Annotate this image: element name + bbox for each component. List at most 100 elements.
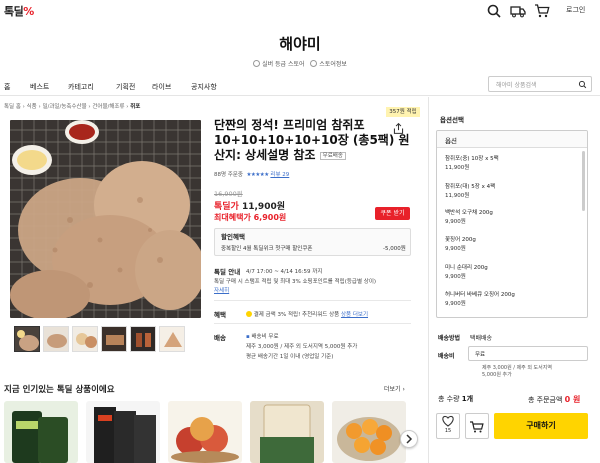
shipping-label: 배송 bbox=[214, 334, 226, 342]
grade-icon bbox=[253, 60, 261, 67]
tokdeal-logo[interactable]: 톡딜% bbox=[4, 3, 34, 19]
benefit-row: 결제 금액 3% 적립! 추천리워드 상품 상품 더보기 bbox=[246, 310, 368, 318]
breadcrumb: 톡딜 홈 › 식품 › 밀/과일/농축수산물 › 건어물/해조류 › 쥐포 bbox=[4, 102, 140, 110]
option-item[interactable]: 참쥐포(중) 10장 x 5팩 11,900원 bbox=[445, 155, 499, 173]
discount-description: 중복할인 4월 톡딜위크 첫구매 할인쿠폰 bbox=[221, 246, 313, 252]
ship-fee-select[interactable]: 무료 bbox=[468, 346, 588, 361]
popular-item-1[interactable] bbox=[4, 401, 78, 463]
store-name: 해야미 bbox=[279, 35, 321, 53]
popular-item-4[interactable] bbox=[250, 401, 324, 463]
truck-icon: ▪ bbox=[246, 334, 250, 340]
option-item[interactable]: 미니 순대리 200g 9,900원 bbox=[445, 264, 488, 282]
nav-exhibition[interactable]: 기획전 bbox=[116, 82, 135, 92]
divider bbox=[214, 300, 411, 301]
thumbnail-4[interactable] bbox=[101, 326, 127, 352]
best-price: 6,900원 bbox=[253, 213, 287, 222]
original-price: 16,900원 bbox=[214, 190, 243, 198]
rating-stars: ★★★★★ bbox=[246, 172, 270, 178]
option-item[interactable]: 허니버터 바베큐 오징어 200g 9,900원 bbox=[445, 291, 515, 309]
total-amount: 총 주문금액 0 원 bbox=[528, 395, 581, 404]
coupon-button[interactable]: 쿠폰 받기 bbox=[375, 207, 410, 220]
product-meta: 88명 주문중 ★★★★★ 리뷰 29 bbox=[214, 170, 289, 178]
heart-icon bbox=[442, 415, 454, 427]
option-item[interactable]: 참쥐포(대) 5장 x 4팩 11,900원 bbox=[445, 183, 495, 201]
ship-method-value: 택배배송 bbox=[470, 335, 493, 342]
cart-icon[interactable] bbox=[534, 3, 550, 19]
shipping-free-row: ▪ 배송비 무료 bbox=[246, 332, 279, 340]
sale-price-row: 톡딜가 11,900원 bbox=[214, 199, 285, 212]
best-price-row: 최대혜택가 6,900원 bbox=[214, 212, 286, 223]
tokdeal-description: 톡딜 구매 시 스탬프 적립 및 최대 3% 쇼핑포인트를 적립(등급별 상이) bbox=[214, 279, 377, 285]
cart-icon bbox=[470, 421, 484, 433]
thumbnail-5[interactable] bbox=[130, 326, 156, 352]
carousel-next-button[interactable] bbox=[400, 430, 418, 448]
ship-fee-label: 배송비 bbox=[438, 353, 455, 360]
share-icon[interactable] bbox=[392, 122, 405, 135]
ship-fee-note: 제주 3,000원 / 제주 외 도서지역 5,000원 추가 bbox=[482, 365, 552, 378]
product-main-image bbox=[10, 120, 201, 318]
popular-item-2[interactable] bbox=[86, 401, 160, 463]
add-to-cart-button[interactable] bbox=[465, 413, 489, 439]
sale-price: 11,900원 bbox=[241, 202, 285, 212]
benefit-label: 혜택 bbox=[214, 311, 226, 319]
divider bbox=[214, 323, 411, 324]
thumbnail-3[interactable] bbox=[72, 326, 98, 352]
store-info-link[interactable]: 스토어정보 bbox=[319, 61, 347, 68]
chevron-up-icon: ︿ bbox=[445, 136, 452, 144]
option-item[interactable]: 백반석 오구채 200g 9,900원 bbox=[445, 209, 493, 227]
nav-home[interactable]: 홈 bbox=[4, 82, 10, 92]
store-meta: 실버 등급 스토어 스토어정보 bbox=[0, 59, 600, 68]
store-grade: 실버 등급 스토어 bbox=[262, 61, 305, 68]
free-shipping-tag: 무료배송 bbox=[319, 152, 346, 160]
breadcrumb-path[interactable]: 톡딜 홈 › 식품 › 밀/과일/농축수산물 › 건어물/해조류 › bbox=[4, 104, 129, 110]
search-icon[interactable] bbox=[486, 3, 502, 19]
thumbnail-1[interactable] bbox=[14, 326, 40, 352]
search-icon[interactable] bbox=[578, 80, 587, 89]
discount-amount: -5,000원 bbox=[383, 246, 406, 252]
tokdeal-period: 4/7 17:00 ~ 4/14 16:59 까지 bbox=[246, 269, 323, 275]
tokdeal-info-label: 톡딜 안내 bbox=[214, 268, 241, 276]
nav-live[interactable]: 라이브 bbox=[152, 82, 171, 92]
shipping-period: 평균 배송기간 1일 이내 (영업일 기준) bbox=[246, 354, 334, 360]
options-header: 옵션선택 bbox=[440, 116, 464, 124]
login-link[interactable]: 로그인 bbox=[566, 5, 585, 15]
benefit-text: 결제 금액 3% 적립! 추천리워드 상품 bbox=[253, 312, 340, 318]
product-title: 단짠의 정석! 프리미엄 참쥐포 10+10+10+10+10장 (총5팩) 원… bbox=[214, 118, 410, 162]
options-dropdown[interactable]: 옵션 ︿ 참쥐포(중) 10장 x 5팩 11,900원 참쥐포(대) 5장 x … bbox=[436, 130, 588, 318]
info-icon bbox=[310, 60, 318, 67]
discount-title: 할인혜택 bbox=[221, 233, 245, 241]
orders-count: 88명 주문중 bbox=[214, 172, 243, 178]
reward-badge: 357원 적립 bbox=[386, 107, 420, 117]
thumbnail-6[interactable] bbox=[159, 326, 185, 352]
ship-fee-value: 무료 bbox=[475, 352, 486, 358]
buy-button[interactable]: 구매하기 bbox=[494, 413, 588, 439]
sale-price-label: 톡딜가 bbox=[214, 202, 239, 212]
total-quantity: 총 수량 1개 bbox=[438, 395, 474, 403]
tokdeal-detail-link[interactable]: 자세히 bbox=[214, 288, 229, 294]
nav-category[interactable]: 카테고리 bbox=[68, 82, 94, 92]
nav-notice[interactable]: 공지사항 bbox=[191, 82, 217, 92]
option-item[interactable]: 꽃징어 200g 9,900원 bbox=[445, 236, 476, 254]
breadcrumb-current: 쥐포 bbox=[130, 104, 141, 110]
shipping-free: 배송비 무료 bbox=[251, 334, 279, 340]
options-select[interactable]: 옵션 ︿ bbox=[437, 131, 587, 148]
like-count: 15 bbox=[444, 428, 452, 434]
popular-item-5[interactable] bbox=[332, 401, 406, 463]
truck-icon[interactable] bbox=[510, 3, 526, 19]
benefit-more-link[interactable]: 상품 더보기 bbox=[341, 312, 368, 318]
thumbnail-2[interactable] bbox=[43, 326, 69, 352]
popular-more-link[interactable]: 더보기 › bbox=[384, 384, 405, 393]
store-search-input[interactable]: 해야미 상품검색 bbox=[488, 76, 592, 92]
kakaopay-icon bbox=[246, 311, 252, 317]
shipping-extra: 제주 3,000원 / 제주 외 도서지역 5,000원 추가 bbox=[246, 344, 358, 350]
chevron-right-icon bbox=[406, 434, 413, 444]
search-placeholder: 해야미 상품검색 bbox=[496, 82, 537, 89]
best-price-label: 최대혜택가 bbox=[214, 213, 251, 222]
popular-section-title: 지금 인기있는 톡딜 상품이에요 bbox=[4, 385, 115, 395]
review-link[interactable]: 리뷰 29 bbox=[270, 172, 289, 178]
options-scrollbar[interactable] bbox=[582, 151, 585, 211]
nav-best[interactable]: 베스트 bbox=[30, 82, 49, 92]
popular-item-3[interactable] bbox=[168, 401, 242, 463]
like-button[interactable]: 15 bbox=[436, 413, 460, 439]
ship-method-label: 배송방법 bbox=[438, 335, 461, 342]
